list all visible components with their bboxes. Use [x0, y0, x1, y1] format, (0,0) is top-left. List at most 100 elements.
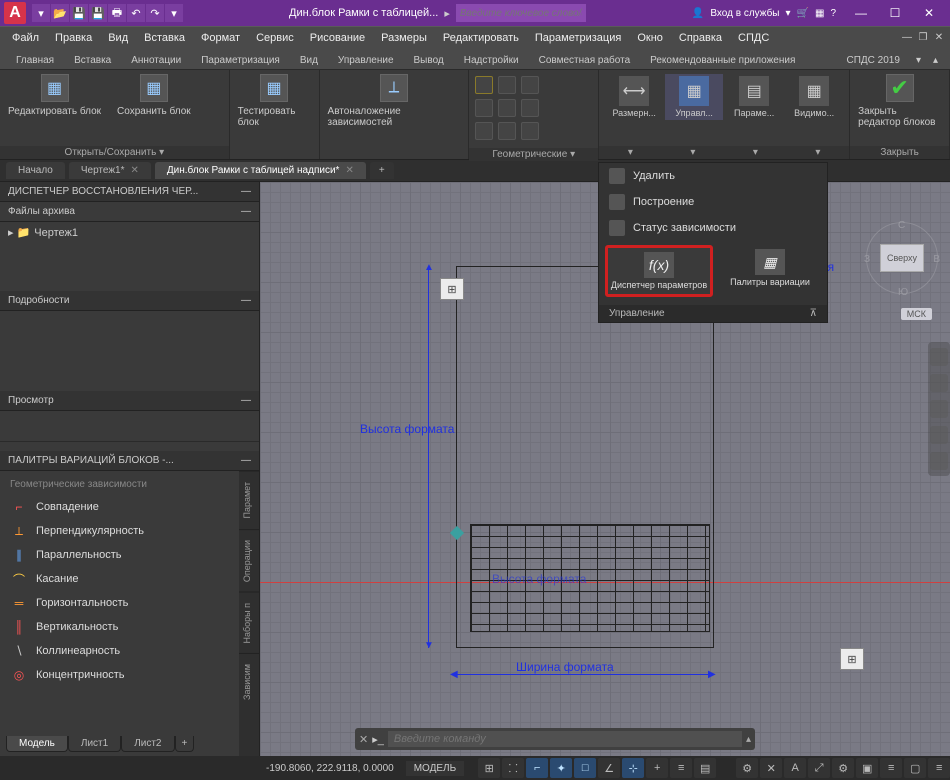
cart-icon[interactable]: 🛒 — [797, 8, 809, 19]
rtab-spds[interactable]: СПДС 2019 — [837, 52, 910, 69]
side-tab-sets[interactable]: Наборы п — [239, 592, 259, 654]
constraint-tangent[interactable]: ⌒Касание — [4, 570, 235, 588]
menu-edit[interactable]: Правка — [47, 30, 100, 46]
close-editor-button[interactable]: ✔Закрыть редактор блоков — [850, 70, 949, 132]
rtab-output[interactable]: Вывод — [404, 52, 454, 69]
menu-tools[interactable]: Сервис — [248, 30, 302, 46]
menu-view[interactable]: Вид — [100, 30, 136, 46]
menu-window[interactable]: Окно — [629, 30, 671, 46]
sb-custom-icon[interactable]: ≡ — [928, 758, 950, 778]
rtab-insert[interactable]: Вставка — [64, 52, 121, 69]
sb-polar-icon[interactable]: ✦ — [550, 758, 572, 778]
sb-perf-icon[interactable]: ⚙ — [736, 758, 758, 778]
app-switcher-icon[interactable]: ▦ — [815, 8, 824, 19]
qat-plot-icon[interactable]: 🖶 — [108, 4, 126, 22]
nav-zoom-icon[interactable] — [930, 400, 948, 418]
menu-draw[interactable]: Рисование — [302, 30, 373, 46]
auto-constrain-button[interactable]: ⟂Автоналожение зависимостей — [320, 70, 469, 132]
qat-more-icon[interactable]: ▾ — [165, 4, 183, 22]
nav-wheel-icon[interactable] — [930, 348, 948, 366]
constraint-horizontal[interactable]: ═Горизонтальность — [4, 594, 235, 612]
sb-scale-icon[interactable]: ⤢ — [808, 758, 830, 778]
signin-icon[interactable]: 👤 — [692, 8, 704, 19]
rtab-gear-icon[interactable]: ▾ — [910, 52, 927, 69]
sb-ann-icon[interactable]: A — [784, 758, 806, 778]
wcs-label[interactable]: МСК — [901, 308, 932, 320]
sb-grid-icon[interactable]: ⊞ — [478, 758, 500, 778]
maximize-button[interactable]: ☐ — [878, 0, 912, 26]
dim-panel-button[interactable]: ⟷Размерн... — [605, 74, 663, 120]
menu-format[interactable]: Формат — [193, 30, 248, 46]
qat-redo-icon[interactable]: ↷ — [146, 4, 164, 22]
sb-ang-icon[interactable]: ∠ — [598, 758, 620, 778]
sb-snap-icon[interactable]: ⸬ — [502, 758, 524, 778]
manage-panel-button[interactable]: ▦Управл... — [665, 74, 723, 120]
lookup-grip[interactable]: ⊞ — [440, 278, 464, 300]
sb-mon-icon[interactable]: ▣ — [856, 758, 878, 778]
rtab-param[interactable]: Параметризация — [191, 52, 290, 69]
dd-delete[interactable]: Удалить — [599, 163, 827, 189]
side-tab-constraints[interactable]: Зависим — [239, 653, 259, 710]
pin-icon[interactable]: ⊼ — [810, 308, 817, 319]
rtab-min-icon[interactable]: ▴ — [927, 52, 944, 69]
archive-file-row[interactable]: ▸ 📁Чертеж1 — [8, 226, 251, 239]
variation-palette-button[interactable]: ▦Палитры вариации — [719, 245, 821, 297]
doc-close-icon[interactable]: ✕ — [932, 31, 946, 45]
rtab-manage[interactable]: Управление — [328, 52, 404, 69]
block-palette-header[interactable]: ПАЛИТРЫ ВАРИАЦИЙ БЛОКОВ -...— — [0, 451, 259, 471]
constraint-parallel[interactable]: ∥Параллельность — [4, 546, 235, 564]
title-search-input[interactable] — [456, 4, 586, 22]
test-block-button[interactable]: ▦Тестировать блок — [230, 70, 319, 132]
qat-undo-icon[interactable]: ↶ — [127, 4, 145, 22]
close-button[interactable]: ✕ — [912, 0, 946, 26]
rtab-view[interactable]: Вид — [290, 52, 328, 69]
tab-close-icon[interactable]: ✕ — [130, 165, 138, 176]
sb-ws-icon[interactable]: ⚙ — [832, 758, 854, 778]
dd-status[interactable]: Статус зависимости — [599, 215, 827, 241]
dd-build[interactable]: Построение — [599, 189, 827, 215]
sb-ortho-icon[interactable]: ⌐ — [526, 758, 548, 778]
cmdline-history-icon[interactable]: ▴ — [746, 734, 751, 745]
tab-add-sheet[interactable]: + — [175, 736, 195, 752]
menu-insert[interactable]: Вставка — [136, 30, 193, 46]
drawing-canvas[interactable]: ▲ ▼ Высота формата ◀ ▶ Ширина формата Вы… — [260, 182, 950, 756]
sb-clean-icon[interactable]: ▢ — [904, 758, 926, 778]
doc-restore-icon[interactable]: ❐ — [916, 31, 930, 45]
view-cube[interactable]: С В Ю З Сверху — [866, 222, 938, 294]
help-icon[interactable]: ? — [830, 8, 836, 19]
vis-panel-button[interactable]: ▦Видимо... — [785, 74, 843, 120]
menu-spds[interactable]: СПДС — [730, 30, 777, 46]
rtab-addins[interactable]: Надстройки — [454, 52, 529, 69]
constraint-coincidence[interactable]: ⌐Совпадение — [4, 498, 235, 516]
sb-lwt-icon[interactable]: ≡ — [670, 758, 692, 778]
param-manager-button[interactable]: f(x)Диспетчер параметров — [605, 245, 713, 297]
signin-label[interactable]: Вход в службы — [710, 8, 779, 19]
details-header[interactable]: Подробности— — [0, 291, 259, 311]
doc-min-icon[interactable]: — — [900, 31, 914, 45]
nav-pan-icon[interactable] — [930, 374, 948, 392]
constraint-concentric[interactable]: ◎Концентричность — [4, 666, 235, 684]
tab-dynblock[interactable]: Дин.блок Рамки с таблицей надписи*✕ — [155, 162, 366, 179]
minimize-button[interactable]: — — [844, 0, 878, 26]
sb-dyn-icon[interactable]: + — [646, 758, 668, 778]
menu-dim[interactable]: Размеры — [373, 30, 435, 46]
space-indicator[interactable]: МОДЕЛЬ — [406, 761, 464, 776]
command-line[interactable]: ✕ ▸_ ▴ — [355, 728, 755, 750]
lookup-grip[interactable]: ⊞ — [840, 648, 864, 670]
save-block-button[interactable]: ▦Сохранить блок — [109, 70, 199, 121]
menu-param[interactable]: Параметризация — [527, 30, 629, 46]
sb-iso-icon[interactable]: ✕ — [760, 758, 782, 778]
geo-icon[interactable] — [498, 99, 516, 117]
tab-start[interactable]: Начало — [6, 162, 65, 179]
archive-header[interactable]: Файлы архива— — [0, 202, 259, 222]
recovery-manager-header[interactable]: ДИСПЕТЧЕР ВОССТАНОВЛЕНИЯ ЧЕР...— — [0, 182, 259, 202]
rtab-collab[interactable]: Совместная работа — [529, 52, 641, 69]
tab-drawing1[interactable]: Чертеж1*✕ — [69, 162, 151, 179]
app-logo[interactable]: A — [4, 2, 26, 24]
rtab-home[interactable]: Главная — [6, 52, 64, 69]
geo-icon[interactable] — [521, 76, 539, 94]
constraint-perpendicular[interactable]: ⟂Перпендикулярность — [4, 522, 235, 540]
constraint-vertical[interactable]: ║Вертикальность — [4, 618, 235, 636]
geo-icon[interactable] — [498, 76, 516, 94]
cube-face-top[interactable]: Сверху — [880, 244, 924, 272]
